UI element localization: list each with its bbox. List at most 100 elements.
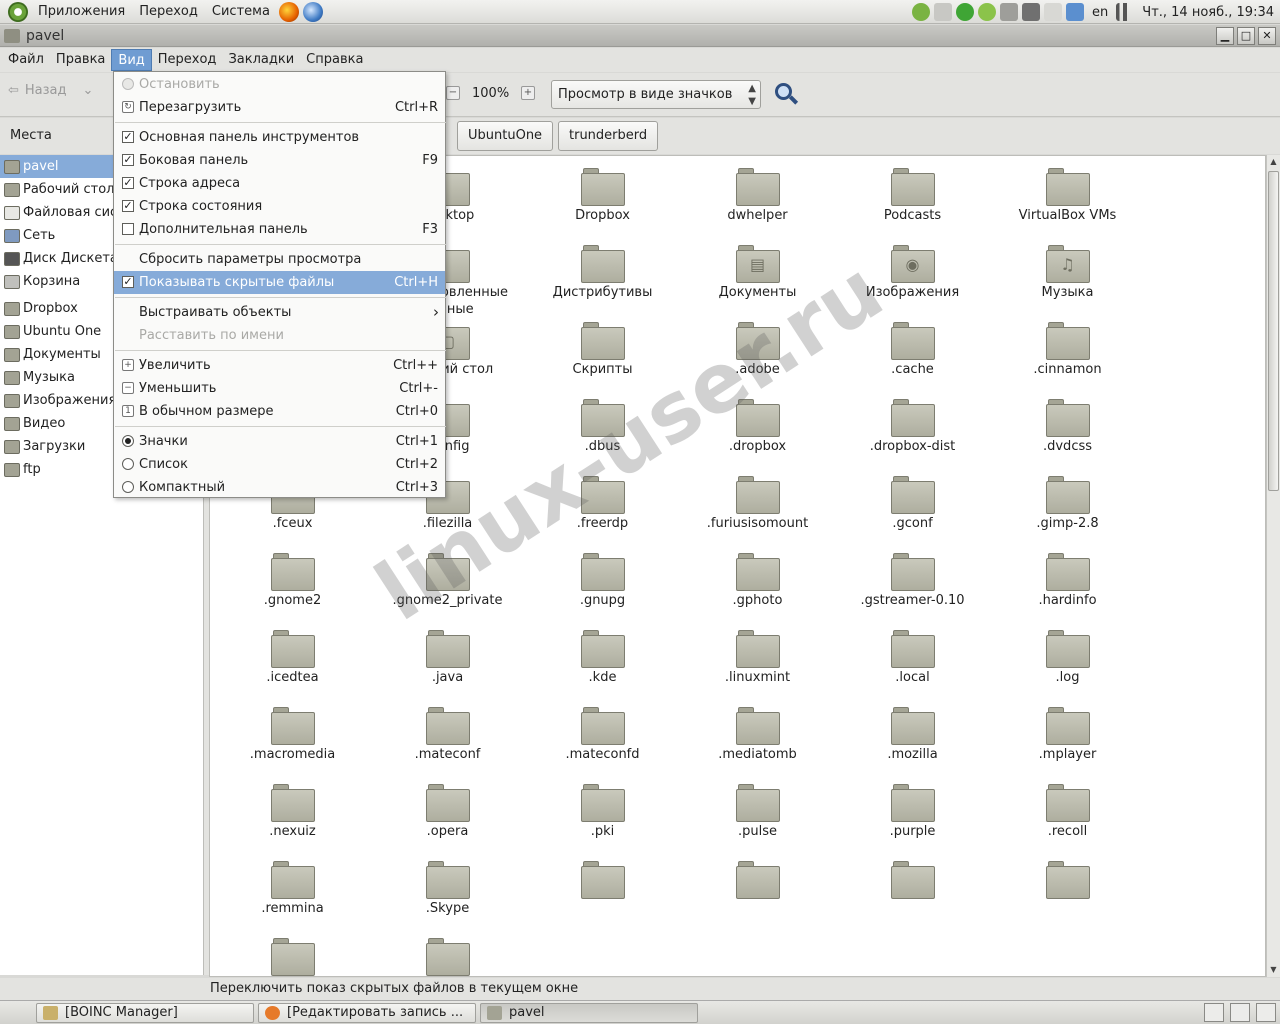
- file-item[interactable]: .pki: [525, 772, 680, 849]
- file-item[interactable]: .dropbox-dist: [835, 387, 990, 464]
- menu-edit[interactable]: Правка: [50, 49, 111, 71]
- file-item[interactable]: .kde: [525, 618, 680, 695]
- view-menu-item[interactable]: Компактный Ctrl+3: [114, 476, 445, 499]
- file-item[interactable]: .gstreamer-0.10: [835, 541, 990, 618]
- file-item[interactable]: .mediatomb: [680, 695, 835, 772]
- file-item[interactable]: [835, 849, 990, 926]
- system-menu[interactable]: Система: [205, 0, 277, 24]
- shield-icon[interactable]: [934, 3, 953, 21]
- file-item[interactable]: .adobe: [680, 310, 835, 387]
- file-item[interactable]: .icedtea: [215, 618, 370, 695]
- file-item[interactable]: .cache: [835, 310, 990, 387]
- status-icon[interactable]: [978, 3, 997, 21]
- view-menu-item[interactable]: ✓ Показывать скрытые файлы Ctrl+H: [114, 271, 445, 294]
- back-button[interactable]: ⇦ Назад ⌄: [8, 83, 93, 98]
- download-icon[interactable]: [1022, 3, 1041, 21]
- file-item[interactable]: .furiusisomount: [680, 464, 835, 541]
- path-button-trunderberd[interactable]: trunderberd: [558, 121, 659, 151]
- file-item[interactable]: .nexuiz: [215, 772, 370, 849]
- file-item[interactable]: .opera: [370, 772, 525, 849]
- minimize-icon[interactable]: ▁: [1216, 27, 1234, 45]
- task-pavel[interactable]: pavel: [480, 1003, 698, 1023]
- view-menu-item[interactable]: ✓ Боковая панель F9: [114, 149, 445, 172]
- view-menu-item[interactable]: ✓ Основная панель инструментов: [114, 126, 445, 149]
- clock[interactable]: Чт., 14 нояб., 19:34: [1136, 5, 1280, 20]
- menu-file[interactable]: Файл: [2, 49, 50, 71]
- task-firefox[interactable]: [Редактировать запись ...: [258, 1003, 476, 1023]
- view-menu-item[interactable]: ✓ Строка состояния: [114, 195, 445, 218]
- check-icon[interactable]: [956, 3, 975, 21]
- file-item[interactable]: .dbus: [525, 387, 680, 464]
- file-item[interactable]: .cinnamon: [990, 310, 1145, 387]
- path-button-ubuntuone[interactable]: UbuntuOne: [457, 121, 554, 151]
- file-item[interactable]: .dvdcss: [990, 387, 1145, 464]
- view-menu-item[interactable]: ↻ Перезагрузить Ctrl+R: [114, 96, 445, 119]
- file-item[interactable]: [370, 926, 525, 976]
- view-menu-item[interactable]: ✓ Строка адреса: [114, 172, 445, 195]
- file-item[interactable]: .hardinfo: [990, 541, 1145, 618]
- workspace-2-icon[interactable]: [1256, 1003, 1276, 1022]
- file-item[interactable]: [680, 849, 835, 926]
- places-menu[interactable]: Переход: [132, 0, 205, 24]
- applications-menu[interactable]: Приложения: [31, 0, 132, 24]
- file-item[interactable]: VirtualBox VMs: [990, 156, 1145, 233]
- scrollbar-thumb[interactable]: [1268, 171, 1279, 491]
- file-item[interactable]: .mozilla: [835, 695, 990, 772]
- view-menu-item[interactable]: Сбросить параметры просмотра: [114, 248, 445, 271]
- file-item[interactable]: .purple: [835, 772, 990, 849]
- file-item[interactable]: Dropbox: [525, 156, 680, 233]
- file-item[interactable]: .remmina: [215, 849, 370, 926]
- file-item[interactable]: .gnupg: [525, 541, 680, 618]
- file-item[interactable]: .pulse: [680, 772, 835, 849]
- view-menu-item[interactable]: + Увеличить Ctrl++: [114, 354, 445, 377]
- scroll-down-icon[interactable]: ▼: [1267, 963, 1280, 977]
- view-menu-item[interactable]: Список Ctrl+2: [114, 453, 445, 476]
- workspace-icon[interactable]: [1204, 1003, 1224, 1022]
- file-item[interactable]: .local: [835, 618, 990, 695]
- file-item[interactable]: ♫ Музыка: [990, 233, 1145, 310]
- file-item[interactable]: .macromedia: [215, 695, 370, 772]
- view-menu-item[interactable]: Дополнительная панель F3: [114, 218, 445, 241]
- file-item[interactable]: .gconf: [835, 464, 990, 541]
- drive-icon[interactable]: [1000, 3, 1019, 21]
- close-icon[interactable]: ✕: [1258, 27, 1276, 45]
- keyboard-layout[interactable]: en: [1086, 5, 1114, 20]
- view-menu-item[interactable]: − Уменьшить Ctrl+-: [114, 377, 445, 400]
- zoom-in-button[interactable]: +: [521, 86, 535, 100]
- workspace-1-icon[interactable]: [1230, 1003, 1250, 1022]
- file-item[interactable]: .mateconf: [370, 695, 525, 772]
- view-mode-select[interactable]: Просмотр в виде значков ▲ ▼: [551, 80, 761, 109]
- file-item[interactable]: .gimp-2.8: [990, 464, 1145, 541]
- zoom-out-button[interactable]: −: [446, 86, 460, 100]
- file-item[interactable]: dwhelper: [680, 156, 835, 233]
- file-item[interactable]: [525, 849, 680, 926]
- file-item[interactable]: Скрипты: [525, 310, 680, 387]
- file-item[interactable]: ◉ Изображения: [835, 233, 990, 310]
- scroll-up-icon[interactable]: ▲: [1267, 155, 1280, 169]
- file-item[interactable]: .gnome2: [215, 541, 370, 618]
- firefox-launcher-icon[interactable]: [278, 1, 299, 22]
- search-button[interactable]: [773, 81, 799, 107]
- bluetooth-icon[interactable]: [1066, 3, 1085, 21]
- view-menu-item[interactable]: Выстраивать объекты ›: [114, 301, 445, 324]
- thunderbird-launcher-icon[interactable]: [302, 1, 323, 22]
- file-item[interactable]: .mateconfd: [525, 695, 680, 772]
- menu-go[interactable]: Переход: [152, 49, 223, 71]
- file-item[interactable]: Podcasts: [835, 156, 990, 233]
- file-item[interactable]: .dropbox: [680, 387, 835, 464]
- file-item[interactable]: .java: [370, 618, 525, 695]
- file-item[interactable]: .Skype: [370, 849, 525, 926]
- view-menu-item[interactable]: 1 В обычном размере Ctrl+0: [114, 400, 445, 423]
- menu-help[interactable]: Справка: [300, 49, 369, 71]
- file-item[interactable]: [215, 926, 370, 976]
- file-item[interactable]: ▤ Документы: [680, 233, 835, 310]
- mint-update-icon[interactable]: [912, 3, 931, 21]
- file-item[interactable]: .linuxmint: [680, 618, 835, 695]
- file-item[interactable]: .log: [990, 618, 1145, 695]
- menu-bookmarks[interactable]: Закладки: [222, 49, 300, 71]
- window-titlebar[interactable]: pavel ▁ □ ✕: [0, 25, 1280, 47]
- file-item[interactable]: .gphoto: [680, 541, 835, 618]
- file-item[interactable]: [990, 849, 1145, 926]
- vertical-scrollbar[interactable]: ▲ ▼: [1266, 155, 1280, 977]
- file-item[interactable]: .mplayer: [990, 695, 1145, 772]
